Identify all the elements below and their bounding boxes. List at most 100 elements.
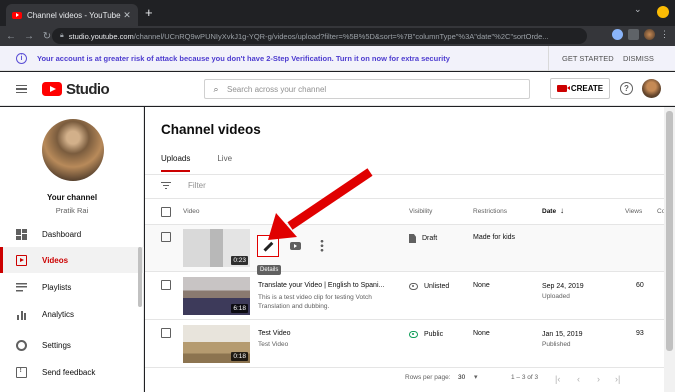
row-checkbox[interactable] — [161, 328, 171, 338]
video-description: This is a test video clip for testing Vo… — [258, 294, 372, 310]
restrictions-value: Made for kids — [473, 234, 516, 241]
pagination-range: 1 – 3 of 3 — [511, 374, 539, 381]
new-tab-button[interactable]: + — [145, 6, 153, 20]
sidebar-item-settings[interactable]: Settings — [0, 332, 144, 358]
select-all-checkbox[interactable] — [161, 207, 171, 217]
previous-page-icon[interactable]: ‹ — [577, 374, 580, 384]
tab-live[interactable]: Live — [217, 153, 232, 175]
studio-logo-text[interactable]: Studio — [66, 81, 110, 98]
profile-extension-icon[interactable] — [612, 29, 623, 40]
tab-uploads[interactable]: Uploads — [161, 153, 191, 172]
next-page-icon[interactable]: › — [597, 374, 600, 384]
youtube-logo-icon[interactable] — [42, 82, 62, 96]
visibility-value: Draft — [422, 235, 438, 242]
visibility-cell[interactable]: Draft — [409, 234, 437, 243]
last-page-icon[interactable]: ›| — [615, 374, 620, 384]
table-row[interactable]: 6:18 Translate your Video | English to S… — [145, 273, 675, 320]
dismiss-button[interactable]: DISMISS — [623, 54, 654, 63]
page-title: Channel videos — [161, 122, 261, 137]
channel-avatar[interactable] — [42, 119, 104, 181]
address-bar[interactable]: 🔒︎ studio.youtube.com/channel/UCnRQ9wPUN… — [52, 28, 587, 44]
channel-label: Your channel — [46, 193, 98, 202]
video-title[interactable]: Test Video — [258, 329, 393, 339]
video-thumbnail[interactable]: 0:18 — [183, 325, 250, 363]
table-row[interactable]: 0:23 Details Draft Made for kids — [145, 225, 675, 275]
help-icon[interactable]: ? — [620, 82, 633, 95]
close-tab-icon[interactable]: ✕ — [122, 10, 132, 21]
search-icon: ⌕ — [213, 83, 219, 94]
search-input[interactable]: ⌕ Search across your channel — [204, 79, 530, 99]
filter-input[interactable]: Filter — [188, 181, 206, 190]
column-date[interactable]: Date — [542, 208, 556, 215]
details-edit-button[interactable] — [257, 235, 279, 257]
banner-divider — [548, 46, 549, 71]
account-avatar[interactable] — [642, 79, 661, 98]
rows-per-page-select[interactable]: 30 — [458, 374, 465, 381]
views-value: 60 — [636, 282, 644, 289]
public-eye-icon — [409, 331, 418, 338]
dropdown-arrow-icon[interactable]: ▾ — [474, 373, 478, 381]
unlisted-eye-icon — [409, 283, 418, 290]
extension-icons: ⋮ — [612, 29, 669, 40]
restrictions-value: None — [473, 330, 490, 337]
column-views[interactable]: Views — [625, 208, 642, 215]
more-options-icon[interactable] — [320, 239, 324, 252]
browser-toolbar: ← → ↻ 🔒︎ studio.youtube.com/channel/UCnR… — [0, 26, 675, 46]
sidebar-item-analytics[interactable]: Analytics — [0, 301, 144, 327]
row-checkbox[interactable] — [161, 232, 171, 242]
row-checkbox[interactable] — [161, 280, 171, 290]
date-status: Published — [542, 341, 571, 348]
sidebar-item-send-feedback[interactable]: Send feedback — [0, 359, 144, 385]
sidebar-item-videos[interactable]: Videos — [0, 247, 144, 273]
visibility-value: Public — [424, 330, 444, 338]
column-visibility[interactable]: Visibility — [409, 208, 432, 215]
draft-icon — [409, 234, 416, 243]
visibility-cell[interactable]: Public — [409, 330, 443, 338]
create-label: CREATE — [570, 84, 604, 93]
main-scrollbar[interactable] — [664, 107, 675, 392]
table-row[interactable]: 0:18 Test Video Test Video Public None J… — [145, 321, 675, 368]
sidebar-item-dashboard[interactable]: Dashboard — [0, 221, 144, 247]
analytics-icon — [16, 308, 27, 320]
sidebar-scrollbar[interactable] — [138, 247, 142, 307]
browser-tab-strip: Channel videos - YouTube Studio ✕ + ⌄ — [0, 0, 675, 26]
sidebar-item-label: Send feedback — [42, 367, 96, 377]
video-description: Test Video — [258, 341, 289, 348]
forward-icon[interactable]: → — [22, 31, 36, 42]
sidebar-item-playlists[interactable]: Playlists — [0, 274, 144, 300]
url-path: /channel/UCnRQ9wPUNIyXvkJ1g-YQR-g/videos… — [133, 31, 549, 41]
youtube-favicon-icon — [12, 11, 22, 19]
first-page-icon[interactable]: |‹ — [555, 374, 560, 384]
sidebar-item-label: Videos — [42, 255, 69, 265]
visibility-cell[interactable]: Unlisted — [409, 282, 449, 290]
profile-icon[interactable] — [657, 6, 669, 18]
youtube-view-icon[interactable] — [290, 242, 301, 250]
back-icon[interactable]: ← — [4, 31, 18, 42]
hamburger-menu-icon[interactable] — [16, 85, 27, 93]
menu-dots-icon[interactable]: ⋮ — [660, 29, 669, 40]
filter-bar[interactable]: Filter — [161, 181, 206, 190]
browser-tab[interactable]: Channel videos - YouTube Studio ✕ — [6, 4, 138, 26]
chevron-down-icon[interactable]: ⌄ — [634, 4, 642, 15]
get-started-button[interactable]: GET STARTED — [562, 54, 614, 63]
video-title[interactable]: Translate your Video | English to Spani.… — [258, 281, 393, 291]
puzzle-icon[interactable] — [628, 29, 639, 40]
restrictions-value: None — [473, 282, 490, 289]
date-value: Jan 15, 2019 — [542, 331, 583, 338]
user-avatar-icon[interactable] — [644, 29, 655, 40]
visibility-value: Unlisted — [424, 282, 450, 290]
lock-icon: 🔒︎ — [60, 32, 64, 39]
create-button[interactable]: CREATE — [550, 78, 610, 99]
video-camera-icon — [556, 85, 570, 92]
main-scrollbar-thumb[interactable] — [666, 111, 673, 351]
sidebar-item-label: Playlists — [42, 282, 72, 292]
video-thumbnail[interactable]: 6:18 — [183, 277, 250, 315]
sort-arrow-down-icon[interactable]: ↓ — [560, 206, 564, 215]
column-restrictions[interactable]: Restrictions — [473, 208, 507, 215]
sidebar-item-label: Analytics — [42, 309, 75, 319]
main-content: Channel videos Uploads Live Filter Video… — [145, 107, 675, 392]
studio-header: Studio ⌕ Search across your channel CREA… — [0, 72, 675, 106]
feedback-icon — [16, 366, 27, 378]
filter-icon[interactable] — [161, 181, 171, 190]
video-thumbnail[interactable]: 0:23 — [183, 229, 250, 267]
